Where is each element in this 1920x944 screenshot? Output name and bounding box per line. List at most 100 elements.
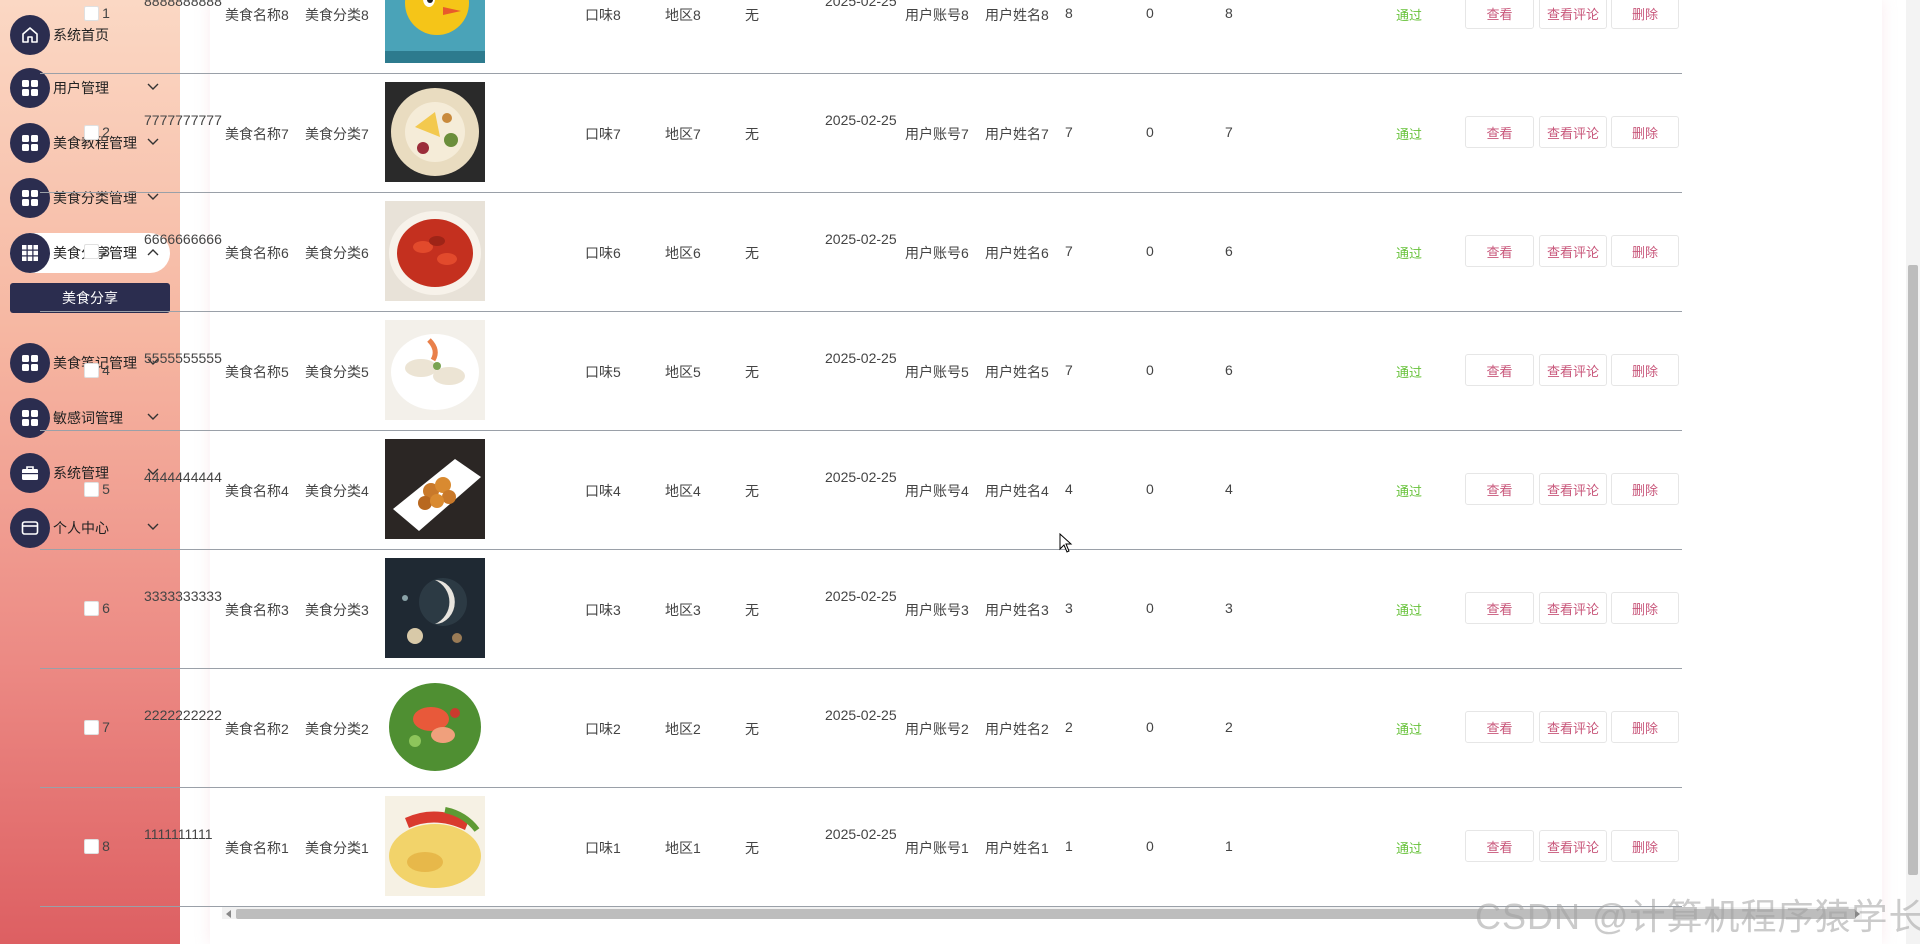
view-comments-button[interactable]: 查看评论 <box>1539 711 1607 743</box>
food-name: 美食名称6 <box>225 245 289 261</box>
food-category: 美食分类7 <box>305 126 369 142</box>
user-account: 用户账号8 <box>905 7 969 23</box>
food-code: 7777777777 <box>144 112 222 128</box>
user-name: 用户姓名1 <box>985 840 1049 856</box>
delete-button[interactable]: 删除 <box>1611 354 1679 386</box>
delete-button[interactable]: 删除 <box>1611 116 1679 148</box>
user-account: 用户账号6 <box>905 245 969 261</box>
food-image[interactable] <box>385 677 485 777</box>
food-region: 地区2 <box>665 721 701 737</box>
food-image[interactable] <box>385 0 485 63</box>
food-extra: 无 <box>745 602 759 618</box>
view-button[interactable]: 查看 <box>1465 354 1534 386</box>
food-region: 地区1 <box>665 840 701 856</box>
publish-date: 2025-02-25 <box>825 707 897 723</box>
food-image[interactable] <box>385 201 485 301</box>
food-extra: 无 <box>745 245 759 261</box>
food-code: 6666666666 <box>144 231 222 247</box>
collect-count: 0 <box>1146 838 1154 854</box>
vertical-scrollbar-thumb[interactable] <box>1908 265 1918 875</box>
food-extra: 无 <box>745 7 759 23</box>
food-code: 5555555555 <box>144 350 222 366</box>
view-comments-button[interactable]: 查看评论 <box>1539 830 1607 862</box>
food-extra: 无 <box>745 721 759 737</box>
food-image[interactable] <box>385 439 485 539</box>
table-row: 2 7777777777 美食名称7 美食分类7 口味7 地区7 无 2025-02-25 用户… <box>40 73 1682 193</box>
view-comments-button[interactable]: 查看评论 <box>1539 0 1607 29</box>
food-category: 美食分类4 <box>305 483 369 499</box>
delete-button[interactable]: 删除 <box>1611 592 1679 624</box>
view-comments-button[interactable]: 查看评论 <box>1539 592 1607 624</box>
user-account: 用户账号7 <box>905 126 969 142</box>
food-category: 美食分类1 <box>305 840 369 856</box>
food-taste: 口味4 <box>585 483 621 499</box>
view-button[interactable]: 查看 <box>1465 592 1534 624</box>
delete-button[interactable]: 删除 <box>1611 711 1679 743</box>
food-image[interactable] <box>385 796 485 896</box>
view-count: 6 <box>1225 243 1233 259</box>
table-row: 5 4444444444 美食名称4 美食分类4 口味4 地区4 无 2025-02-25 用户… <box>40 430 1682 550</box>
like-count: 2 <box>1065 719 1073 735</box>
publish-date: 2025-02-25 <box>825 112 897 128</box>
status-badge: 通过 <box>1396 365 1423 380</box>
view-button[interactable]: 查看 <box>1465 830 1534 862</box>
delete-button[interactable]: 删除 <box>1611 235 1679 267</box>
food-extra: 无 <box>745 840 759 856</box>
user-account: 用户账号3 <box>905 602 969 618</box>
scroll-left-arrow-icon[interactable] <box>224 909 234 919</box>
delete-button[interactable]: 删除 <box>1611 473 1679 505</box>
collect-count: 0 <box>1146 719 1154 735</box>
view-comments-button[interactable]: 查看评论 <box>1539 473 1607 505</box>
view-comments-button[interactable]: 查看评论 <box>1539 235 1607 267</box>
food-name: 美食名称5 <box>225 364 289 380</box>
table-row: 1 8888888888 美食名称8 美食分类8 口味8 地区8 无 2025-02-25 用户… <box>40 0 1682 74</box>
status-badge: 通过 <box>1396 127 1423 142</box>
food-code: 2222222222 <box>144 707 222 723</box>
view-button[interactable]: 查看 <box>1465 0 1534 29</box>
collect-count: 0 <box>1146 600 1154 616</box>
food-image[interactable] <box>385 558 485 658</box>
user-account: 用户账号5 <box>905 364 969 380</box>
view-comments-button[interactable]: 查看评论 <box>1539 354 1607 386</box>
food-region: 地区6 <box>665 245 701 261</box>
user-account: 用户账号4 <box>905 483 969 499</box>
like-count: 7 <box>1065 362 1073 378</box>
collect-count: 0 <box>1146 481 1154 497</box>
user-name: 用户姓名7 <box>985 126 1049 142</box>
publish-date: 2025-02-25 <box>825 231 897 247</box>
row-index: 6 <box>102 600 110 616</box>
view-comments-button[interactable]: 查看评论 <box>1539 116 1607 148</box>
view-button[interactable]: 查看 <box>1465 473 1534 505</box>
view-count: 8 <box>1225 5 1233 21</box>
food-name: 美食名称4 <box>225 483 289 499</box>
row-index: 2 <box>102 124 110 140</box>
view-button[interactable]: 查看 <box>1465 711 1534 743</box>
view-count: 6 <box>1225 362 1233 378</box>
user-account: 用户账号1 <box>905 840 969 856</box>
food-name: 美食名称1 <box>225 840 289 856</box>
delete-button[interactable]: 删除 <box>1611 0 1679 29</box>
food-region: 地区4 <box>665 483 701 499</box>
like-count: 8 <box>1065 5 1073 21</box>
delete-button[interactable]: 删除 <box>1611 830 1679 862</box>
watermark: CSDN @计算机程序猿学长 <box>1475 896 1920 937</box>
view-button[interactable]: 查看 <box>1465 235 1534 267</box>
food-image[interactable] <box>385 82 485 182</box>
food-extra: 无 <box>745 126 759 142</box>
food-category: 美食分类8 <box>305 7 369 23</box>
status-badge: 通过 <box>1396 841 1423 856</box>
food-category: 美食分类6 <box>305 245 369 261</box>
food-name: 美食名称2 <box>225 721 289 737</box>
food-taste: 口味5 <box>585 364 621 380</box>
food-name: 美食名称8 <box>225 7 289 23</box>
food-name: 美食名称3 <box>225 602 289 618</box>
publish-date: 2025-02-25 <box>825 0 897 9</box>
food-taste: 口味3 <box>585 602 621 618</box>
view-button[interactable]: 查看 <box>1465 116 1534 148</box>
food-code: 3333333333 <box>144 588 222 604</box>
collect-count: 0 <box>1146 362 1154 378</box>
food-extra: 无 <box>745 483 759 499</box>
food-image[interactable] <box>385 320 485 420</box>
food-region: 地区7 <box>665 126 701 142</box>
food-taste: 口味8 <box>585 7 621 23</box>
